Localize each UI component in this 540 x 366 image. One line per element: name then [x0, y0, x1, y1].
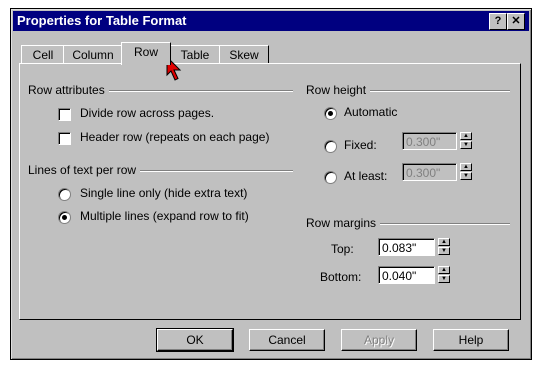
automatic-label[interactable]: Automatic [344, 105, 397, 119]
automatic-radio[interactable] [324, 107, 337, 120]
row-height-title: Row height [306, 83, 371, 97]
top-margin-spinner[interactable]: ▲ ▼ [438, 238, 450, 256]
bottom-margin-spinner[interactable]: ▲ ▼ [438, 266, 450, 284]
fixed-radio[interactable] [324, 140, 337, 153]
header-row-checkbox[interactable] [58, 132, 71, 145]
window-title: Properties for Table Format [17, 13, 187, 28]
apply-button[interactable]: Apply [341, 329, 417, 351]
spin-down-icon[interactable]: ▼ [460, 172, 472, 180]
at-least-height-spinner[interactable]: ▲ ▼ [460, 163, 472, 181]
properties-dialog: Properties for Table Format ? ✕ Cell Col… [10, 8, 532, 360]
fixed-height-spinner[interactable]: ▲ ▼ [460, 132, 472, 150]
spin-down-icon[interactable]: ▼ [438, 247, 450, 255]
spin-down-icon[interactable]: ▼ [438, 275, 450, 283]
spin-up-icon[interactable]: ▲ [438, 238, 450, 246]
header-row-label[interactable]: Header row (repeats on each page) [80, 130, 269, 144]
top-margin-input[interactable]: 0.083" [378, 238, 435, 256]
at-least-height-input[interactable]: 0.300" [402, 163, 457, 181]
at-least-label[interactable]: At least: [344, 169, 387, 183]
spin-up-icon[interactable]: ▲ [460, 163, 472, 171]
tab-cell[interactable]: Cell [21, 45, 65, 64]
divide-row-checkbox[interactable] [58, 108, 71, 121]
spin-down-icon[interactable]: ▼ [460, 141, 472, 149]
title-bar[interactable]: Properties for Table Format ? ✕ [13, 11, 529, 31]
divide-row-label[interactable]: Divide row across pages. [80, 106, 214, 120]
multiple-lines-label[interactable]: Multiple lines (expand row to fit) [80, 209, 249, 223]
at-least-radio[interactable] [324, 171, 337, 184]
tab-row[interactable]: Row [121, 42, 171, 65]
bottom-margin-input[interactable]: 0.040" [378, 266, 435, 284]
help-button[interactable]: Help [433, 329, 509, 351]
cancel-button[interactable]: Cancel [249, 329, 325, 351]
fixed-label[interactable]: Fixed: [344, 138, 377, 152]
tab-column[interactable]: Column [63, 45, 123, 64]
row-margins-title: Row margins [306, 216, 381, 230]
row-attributes-title: Row attributes [28, 83, 109, 97]
multiple-lines-radio[interactable] [58, 211, 71, 224]
tab-panel-row: Row attributes Divide row across pages. … [19, 63, 521, 320]
single-line-radio[interactable] [58, 188, 71, 201]
lines-per-row-title: Lines of text per row [28, 163, 141, 177]
bottom-margin-label: Bottom: [320, 270, 362, 284]
top-margin-label: Top: [331, 242, 354, 256]
ok-button[interactable]: OK [156, 328, 234, 352]
single-line-label[interactable]: Single line only (hide extra text) [80, 186, 247, 200]
spin-up-icon[interactable]: ▲ [438, 266, 450, 274]
help-icon[interactable]: ? [489, 13, 507, 30]
close-icon[interactable]: ✕ [507, 13, 525, 30]
spin-up-icon[interactable]: ▲ [460, 132, 472, 140]
fixed-height-input[interactable]: 0.300" [402, 132, 457, 150]
tab-skew[interactable]: Skew [219, 45, 269, 64]
